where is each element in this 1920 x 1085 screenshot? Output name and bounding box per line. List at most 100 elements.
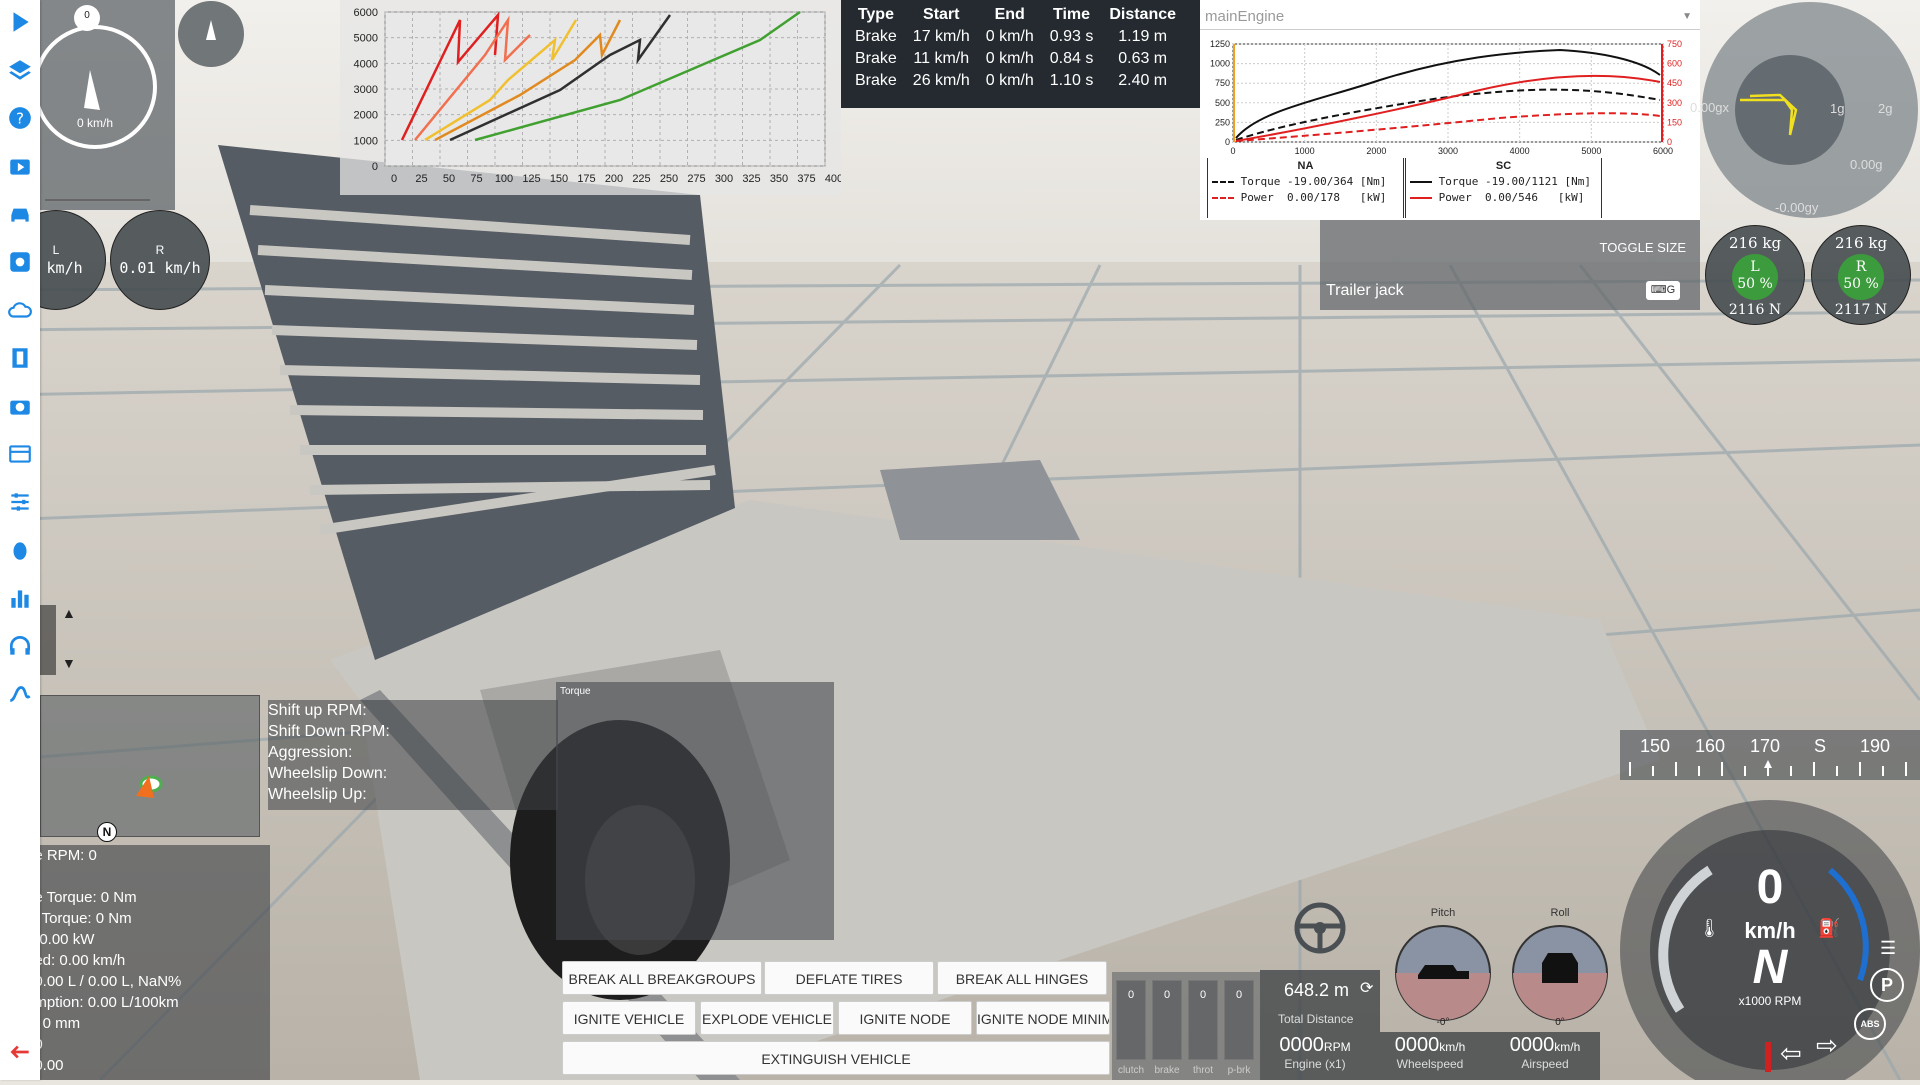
compass-tick-150: 150 [1640, 736, 1671, 756]
ignite-node-minimal-button[interactable]: IGNITE NODE MINIMAL [976, 1001, 1110, 1035]
torque-tick-label: 500 [1215, 98, 1230, 108]
minimap-view [136, 775, 163, 798]
break-hinges-button[interactable]: BREAK ALL HINGES [937, 961, 1107, 995]
extinguish-vehicle-button[interactable]: EXTINGUISH VEHICLE [562, 1041, 1110, 1075]
toggle-size-button[interactable]: TOGGLE SIZE [1600, 240, 1686, 255]
x-tick-label: 100 [495, 173, 513, 185]
minimap: N [40, 695, 260, 842]
throttle-label: throt [1192, 1065, 1213, 1076]
bar-chart-icon[interactable] [4, 582, 36, 614]
rpm-tick-label: 3000 [1438, 146, 1458, 156]
down-arrow-icon[interactable]: ▼ [62, 655, 76, 671]
headset-icon[interactable] [4, 630, 36, 662]
x-tick-label: 0 [391, 173, 397, 185]
airspeed-caption: Airspeed [1521, 1057, 1569, 1071]
engine-curve-chart: 125010007505002500 7506004503001500 0 100… [1210, 39, 1682, 156]
trailer-jack-hint: Trailer jack [1326, 282, 1404, 299]
table-row: Brake 17 km/h 0 km/h 0.93 s 1.19 m [847, 26, 1184, 48]
play-icon[interactable] [4, 6, 36, 38]
car-icon[interactable] [4, 198, 36, 230]
legend-sc: SC Torque -19.00/1121 [Nm] Power 0.00/54… [1405, 158, 1602, 218]
engine-select-value: mainEngine [1205, 8, 1285, 25]
y-tick-label: 3000 [354, 84, 378, 96]
bug-icon[interactable] [4, 534, 36, 566]
tire-load-left: 216 kg L 50 % 2116 N [1705, 225, 1805, 325]
tire-left-pct-value: 50 % [1737, 276, 1773, 292]
airspeed-unit: km/h [1554, 1040, 1581, 1054]
park-label: P [1880, 975, 1893, 995]
engine-graph-panel: mainEngine ▼ 1250 1000 750 500 250 0 750 600 45… [1200, 0, 1700, 220]
minimap-north: N [97, 822, 117, 842]
throttle-bar: 0 throt [1188, 980, 1218, 1076]
settings-icon[interactable] [4, 246, 36, 278]
route-icon[interactable] [4, 678, 36, 710]
shift-aggression: Aggression: [268, 744, 353, 761]
engine-rpm-value: 0000 [1279, 1034, 1324, 1056]
layers-icon[interactable] [4, 54, 36, 86]
table-cell: Brake [855, 50, 897, 67]
vehicle-stats-panel: ne RPM: 0 N ne Torque: 0 Nm el Torque: 0… [40, 845, 270, 1080]
scenario-icon[interactable] [4, 150, 36, 182]
ignite-node-button[interactable]: IGNITE NODE [838, 1001, 972, 1035]
stat-wheel-torque: el Torque: 0 Nm [40, 910, 132, 927]
wheelspeed-readout: 0000km/h Wheelspeed [1375, 1034, 1485, 1071]
pitch-dial [1395, 925, 1491, 1021]
table-cell: Brake [855, 72, 897, 89]
airspeed-readout: 0000km/h Airspeed [1490, 1034, 1600, 1071]
x-tick-label: 275 [687, 173, 705, 185]
stat-engine-rpm: ne RPM: 0 [40, 847, 97, 864]
key-label: G [1666, 284, 1676, 296]
scroll-widget[interactable]: ▲ ▼ [40, 605, 76, 675]
power-tick-label: 450 [1667, 78, 1682, 88]
back-arrow-icon[interactable] [4, 1036, 36, 1068]
x-tick-label: 225 [632, 173, 650, 185]
total-distance-value: 648.2 m [1284, 980, 1350, 1000]
film-icon[interactable] [4, 342, 36, 374]
legend-na-title: NA [1297, 160, 1314, 172]
y-tick-label: 1000 [354, 135, 378, 147]
compass-tick-190: 190 [1860, 736, 1891, 756]
brake-header-end: End [994, 6, 1025, 23]
table-row: Brake 11 km/h 0 km/h 0.84 s 0.63 m [847, 48, 1184, 70]
deflate-tires-button[interactable]: DEFLATE TIRES [764, 961, 934, 995]
cloud-icon[interactable] [4, 294, 36, 326]
tire-left-side: L [1750, 259, 1760, 275]
x-tick-label: 375 [797, 173, 815, 185]
tire-right-n: 2117 N [1834, 302, 1888, 318]
brake-bar: 0 brake [1152, 980, 1182, 1076]
speedometer-panel: 0 0 km/h [33, 0, 175, 210]
steering-wheel-icon [1294, 902, 1346, 954]
wheelslip-down: Wheelslip Down: [268, 765, 388, 782]
ignite-vehicle-button[interactable]: IGNITE VEHICLE [562, 1001, 696, 1035]
stat-speed: eed: 0.00 km/h [40, 952, 126, 969]
turn-left-icon: ⇦ [1780, 1038, 1802, 1068]
brake-header-distance: Distance [1109, 6, 1177, 23]
pitch-label: Pitch [1430, 907, 1456, 919]
table-cell: 17 km/h [912, 28, 970, 45]
legend-sc-torque: Torque -19.00/1121 [Nm] [1438, 175, 1591, 188]
y-tick-label: 2000 [354, 110, 378, 122]
torque-tick-label: 750 [1215, 78, 1230, 88]
engine-select[interactable]: mainEngine ▼ [1200, 0, 1700, 30]
parking-brake-value: 0 [1235, 989, 1243, 1001]
tire-right-side: R [1855, 259, 1867, 275]
explode-vehicle-button[interactable]: EXPLODE VEHICLE [700, 1001, 834, 1035]
reset-icon[interactable]: ⟳ [1360, 978, 1373, 998]
roll-label: Roll [1550, 907, 1570, 919]
keyboard-key-badge: ⌨G [1646, 281, 1680, 300]
legend-sc-title: SC [1495, 160, 1512, 172]
table-cell: 0.63 m [1118, 50, 1168, 67]
x-tick-label: 200 [605, 173, 623, 185]
help-icon[interactable]: ? [4, 102, 36, 134]
x-tick-label: 150 [550, 173, 568, 185]
up-arrow-icon[interactable]: ▲ [62, 605, 76, 621]
stat-distance: e: 0 mm [40, 1015, 81, 1032]
gear-speed-chart: 6000 5000 4000 3000 2000 1000 0 0 25 50 75 100 125 1… [340, 0, 841, 195]
pitch-value: -0° [1436, 1017, 1450, 1028]
parking-brake-icon: P [1870, 968, 1904, 1002]
break-breakgroups-button[interactable]: BREAK ALL BREAKGROUPS [562, 961, 762, 995]
camera-icon[interactable] [4, 390, 36, 422]
ui-apps-icon[interactable] [4, 438, 36, 470]
sliders-icon[interactable] [4, 486, 36, 518]
table-cell: 1.19 m [1118, 28, 1168, 45]
